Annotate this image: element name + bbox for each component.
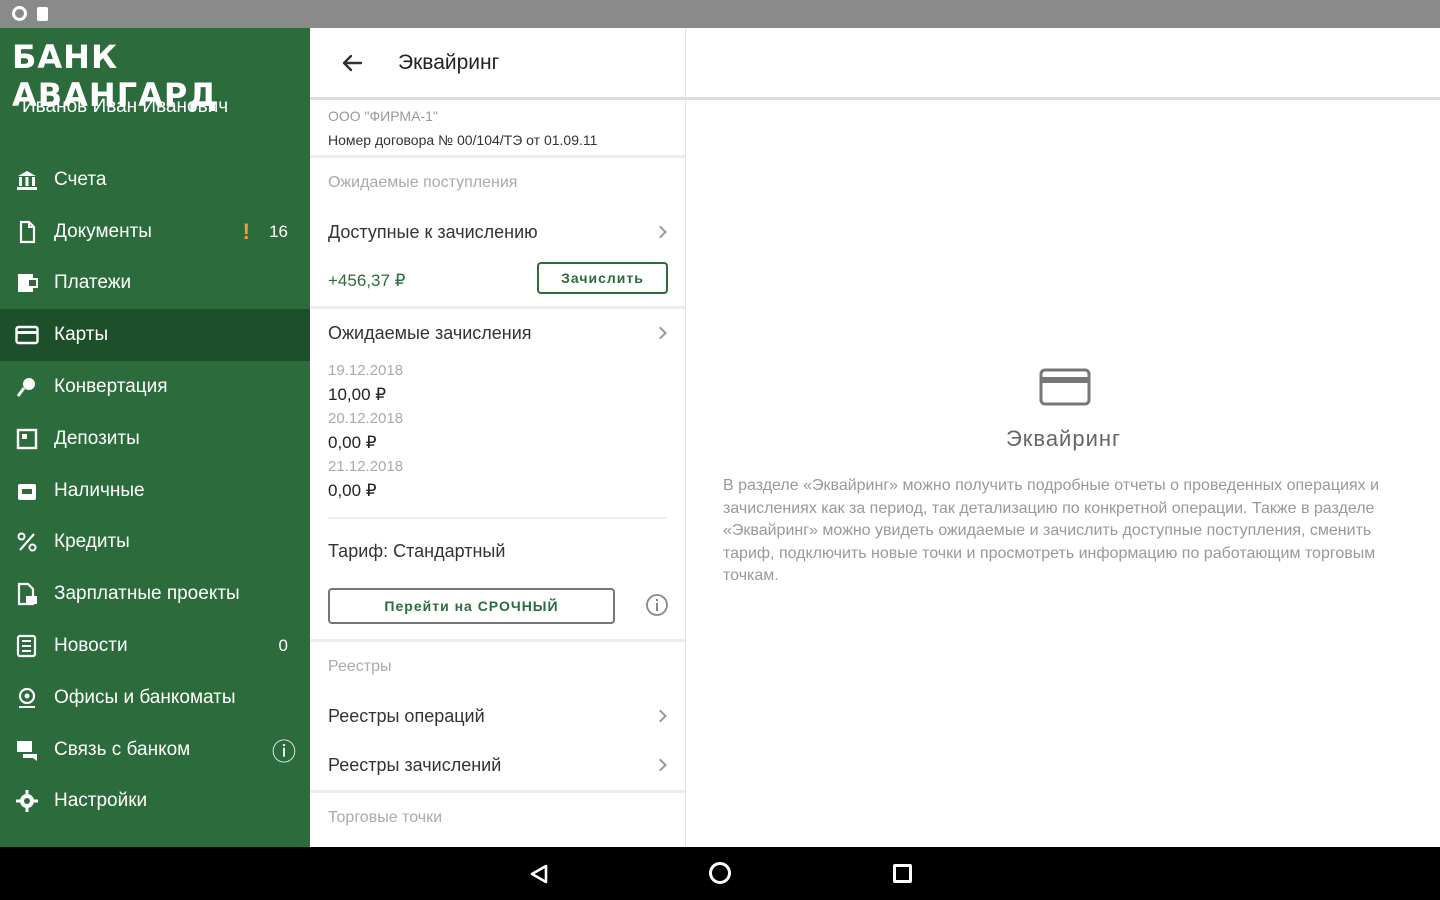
panel-header: Эквайринг — [310, 28, 685, 98]
arrow-left-icon — [342, 54, 363, 72]
warning-icon: ! — [242, 218, 250, 244]
sidebar-item-8[interactable]: Зарплатные проекты — [0, 568, 310, 620]
company-info[interactable]: ООО "ФИРМА-1" Номер договора № 00/104/ТЭ… — [310, 98, 685, 158]
sidebar-item-label: Депозиты — [54, 427, 140, 449]
chevron-right-icon — [654, 326, 667, 340]
available-amount: +456,37 ₽ — [328, 271, 406, 290]
sidebar-item-label: Наличные — [54, 479, 145, 501]
available-row[interactable]: Доступные к зачислению — [310, 208, 685, 256]
expected-credits-list: 19.12.2018 10,00 ₽ 20.12.2018 0,00 ₽ 21.… — [310, 355, 685, 503]
info-icon[interactable]: ⓘ — [272, 732, 296, 767]
tariff-row: Тариф: Стандартный — [310, 519, 685, 583]
sidebar-item-10[interactable]: Офисы и банкоматы — [0, 672, 310, 724]
contract-number: Номер договора № 00/104/ТЭ от 01.09.11 — [328, 132, 598, 148]
detail-panel: Эквайринг В разделе «Эквайринг» можно по… — [687, 100, 1440, 847]
available-amount-row: +456,37 ₽ Зачислить — [310, 256, 685, 306]
percent-icon — [14, 529, 40, 555]
sidebar-item-7[interactable]: Кредиты — [0, 517, 310, 569]
credit-amount: 10,00 ₽ — [328, 385, 387, 404]
sidebar-item-4[interactable]: Конвертация — [0, 361, 310, 413]
chat-icon — [14, 737, 40, 763]
company-name: ООО "ФИРМА-1" — [328, 108, 438, 124]
status-bar: 5:06 — [0, 0, 1440, 388]
section-trade-points: Торговые точки — [328, 809, 443, 826]
sidebar-item-3[interactable]: Карты — [0, 309, 310, 362]
gear-icon — [14, 788, 40, 814]
nav-home-icon[interactable] — [709, 862, 731, 884]
sidebar-item-0[interactable]: Счета — [0, 154, 310, 206]
expected-credits-label: Ожидаемые зачисления — [328, 322, 532, 343]
location-icon — [14, 685, 40, 711]
page-title: Эквайринг — [398, 51, 500, 74]
switch-tariff-button[interactable]: Перейти на СРОЧНЫЙ — [328, 588, 615, 624]
sidebar-item-5[interactable]: Депозиты — [0, 413, 310, 465]
section-registers: Реестры — [328, 658, 392, 675]
registers-operations-row[interactable]: Реестры операций — [310, 692, 685, 740]
registers-credits-row[interactable]: Реестры зачислений — [310, 740, 685, 790]
credit-amount: 0,00 ₽ — [328, 481, 377, 500]
sidebar-item-label: Счета — [54, 168, 107, 190]
tariff-label: Тариф: Стандартный — [328, 540, 506, 561]
sd-card-icon — [37, 6, 48, 21]
credit-date: 19.12.2018 — [328, 362, 404, 379]
count-badge: 16 — [269, 221, 288, 241]
credit-date: 20.12.2018 — [328, 410, 404, 427]
document-icon — [14, 219, 40, 245]
registers-operations-label: Реестры операций — [328, 705, 485, 726]
sidebar-item-label: Новости — [54, 635, 128, 657]
back-button[interactable] — [332, 43, 372, 83]
sidebar: БАНК АВАНГАРД Иванов Иван Иванович Счета… — [0, 28, 310, 847]
sidebar-item-label: Документы — [54, 220, 152, 242]
info-icon[interactable] — [645, 593, 669, 617]
chevron-right-icon — [654, 758, 667, 772]
sidebar-item-label: Кредиты — [54, 531, 130, 553]
chevron-right-icon — [654, 709, 667, 723]
count-badge: 0 — [278, 636, 288, 656]
detail-title: Эквайринг — [1005, 426, 1122, 451]
news-icon — [14, 633, 40, 659]
section-expected: Ожидаемые поступления — [328, 174, 518, 191]
tariff-switch-row: Перейти на СРОЧНЫЙ — [310, 583, 685, 629]
sidebar-item-11[interactable]: Связь с банком ⓘ — [0, 724, 310, 776]
card-icon — [1039, 368, 1091, 406]
salary-icon — [14, 581, 40, 607]
sidebar-item-6[interactable]: Наличные — [0, 465, 310, 517]
cash-icon — [14, 478, 40, 504]
sidebar-item-2[interactable]: Платежи — [0, 258, 310, 310]
nav-recent-icon[interactable] — [893, 864, 912, 883]
registers-credits-label: Реестры зачислений — [328, 754, 502, 775]
acquiring-panel: Эквайринг ООО "ФИРМА-1" Номер договора №… — [310, 28, 686, 847]
credit-button[interactable]: Зачислить — [537, 262, 668, 294]
sidebar-item-12[interactable]: Настройки — [0, 776, 310, 828]
sync-icon — [12, 6, 27, 21]
divider — [310, 306, 685, 309]
credit-amount: 0,00 ₽ — [328, 433, 377, 452]
card-icon — [14, 322, 40, 348]
sidebar-menu: Счета Документы! 16 Платежи Карты Конвертация… — [0, 154, 310, 827]
credit-date: 21.12.2018 — [328, 458, 404, 475]
deposit-icon — [14, 426, 40, 452]
sidebar-item-label: Платежи — [54, 272, 132, 294]
system-nav-bar — [0, 847, 1440, 900]
expected-credits-row[interactable]: Ожидаемые зачисления — [310, 311, 685, 355]
sidebar-item-label: Конвертация — [54, 376, 168, 398]
sidebar-item-label: Связь с банком — [54, 738, 191, 760]
sidebar-item-label: Офисы и банкоматы — [54, 686, 236, 708]
sidebar-item-label: Зарплатные проекты — [54, 583, 240, 605]
sidebar-item-1[interactable]: Документы! 16 — [0, 206, 310, 258]
available-label: Доступные к зачислению — [328, 221, 538, 242]
sidebar-item-label: Настройки — [54, 790, 148, 812]
payments-icon — [14, 270, 40, 296]
user-name: Иванов Иван Иванович — [22, 96, 229, 117]
bank-icon — [14, 167, 40, 193]
sidebar-item-label: Карты — [54, 324, 109, 346]
nav-back-icon[interactable] — [528, 863, 550, 885]
sidebar-item-9[interactable]: Новости 0 — [0, 620, 310, 672]
chevron-right-icon — [654, 225, 667, 239]
exchange-icon — [14, 374, 40, 400]
detail-description: В разделе «Эквайринг» можно получить под… — [723, 477, 1380, 584]
